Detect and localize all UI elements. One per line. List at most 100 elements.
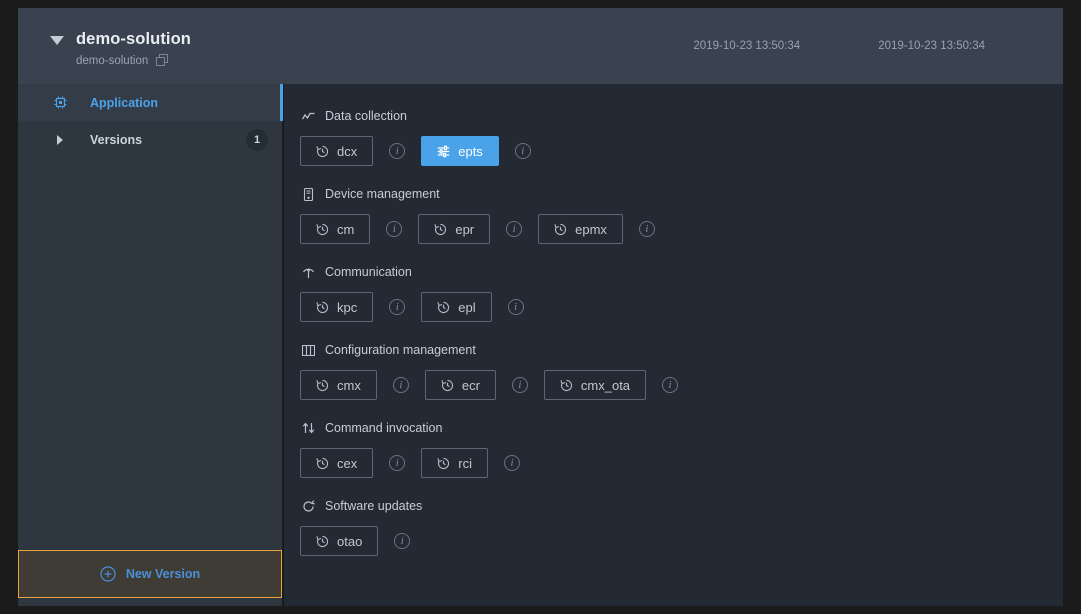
chip-label: dcx	[337, 143, 358, 159]
section-title: Command invocation	[325, 421, 443, 435]
layout-panel-icon	[301, 344, 315, 356]
chip-cex[interactable]: cex	[300, 448, 374, 478]
chip-group: epl i	[421, 292, 539, 322]
app-root: demo-solution demo-solution 2019-10-23 1…	[0, 0, 1081, 614]
chip-rci[interactable]: rci	[421, 448, 488, 478]
chip-ecr[interactable]: ecr	[424, 370, 496, 400]
sidebar-item-versions[interactable]: Versions 1	[18, 121, 282, 158]
content-panel: Data collection dcx i epts i Device mana…	[284, 84, 1063, 606]
page-title: demo-solution	[76, 30, 191, 48]
title-row[interactable]: demo-solution	[50, 30, 418, 49]
chip-group: cm i	[300, 214, 418, 244]
solution-id-text: demo-solution	[76, 54, 149, 67]
history-icon	[316, 457, 329, 470]
chip-label: epts	[458, 143, 483, 159]
history-icon	[437, 457, 450, 470]
history-icon	[316, 379, 329, 392]
history-icon	[560, 379, 573, 392]
sidebar-item-application[interactable]: Application	[18, 84, 283, 121]
chip-label: cmx_ota	[580, 377, 631, 393]
history-icon	[316, 223, 329, 236]
chip-row: dcx i epts i	[298, 136, 1063, 166]
modified-timestamp: 2019-10-23 13:50:34	[878, 40, 985, 52]
info-icon[interactable]: i	[389, 455, 406, 471]
chip-group: epts i	[421, 136, 547, 166]
chip-otao[interactable]: otao	[300, 526, 379, 556]
line-chart-icon	[301, 111, 315, 122]
chip-label: kpc	[337, 299, 358, 315]
section-header: Command invocation	[298, 418, 1063, 438]
chip-row: otao i	[298, 526, 1063, 556]
caret-right-icon[interactable]	[52, 134, 68, 145]
section-header: Communication	[298, 262, 1063, 282]
chip-cmx[interactable]: cmx	[300, 370, 377, 400]
chip-group: rci i	[421, 448, 536, 478]
created-timestamp: 2019-10-23 13:50:34	[693, 40, 801, 52]
chip-group: dcx i	[300, 136, 421, 166]
section-title: Software updates	[325, 499, 423, 513]
chip-dcx[interactable]: dcx	[300, 136, 374, 166]
info-icon[interactable]: i	[638, 221, 655, 237]
chip-label: rci	[458, 455, 472, 471]
copy-icon[interactable]	[156, 54, 169, 67]
section-device-management: Device management cm i epr i epmx i	[298, 184, 1063, 244]
chip-label: epl	[458, 299, 476, 315]
info-icon[interactable]: i	[507, 299, 524, 315]
new-version-button[interactable]: New Version	[18, 550, 282, 598]
history-icon	[434, 223, 447, 236]
chip-label: cex	[337, 455, 358, 471]
info-icon[interactable]: i	[514, 143, 531, 159]
versions-count-badge: 1	[246, 128, 268, 151]
info-icon[interactable]: i	[389, 299, 406, 315]
chip-cm[interactable]: cm	[300, 214, 371, 244]
chip-epr[interactable]: epr	[418, 214, 491, 244]
chip-label: cmx	[337, 377, 361, 393]
section-command-invocation: Command invocation cex i rci i	[298, 418, 1063, 478]
section-header: Device management	[298, 184, 1063, 204]
chip-label: otao	[337, 533, 363, 549]
chip-epmx[interactable]: epmx	[538, 214, 623, 244]
history-icon	[316, 535, 329, 548]
info-icon[interactable]: i	[662, 377, 679, 393]
history-icon	[441, 379, 454, 392]
chip-cmx-ota[interactable]: cmx_ota	[543, 370, 647, 400]
section-header: Configuration management	[298, 340, 1063, 360]
chip-epts[interactable]: epts	[421, 136, 499, 166]
header-identity: demo-solution demo-solution	[18, 8, 418, 67]
chip-group: epmx i	[538, 214, 671, 244]
section-title: Data collection	[325, 109, 407, 123]
sidebar-item-label: Versions	[90, 132, 143, 147]
caret-down-icon[interactable]	[50, 36, 64, 45]
chip-group: cmx i	[300, 370, 425, 400]
info-icon[interactable]: i	[503, 455, 520, 471]
sidebar: Application Versions 1 New Version	[18, 84, 283, 606]
sidebar-item-label: Application	[90, 95, 159, 110]
section-title: Communication	[325, 265, 412, 279]
info-icon[interactable]: i	[511, 377, 528, 393]
chip-group: otao i	[300, 526, 426, 556]
info-icon[interactable]: i	[386, 221, 403, 237]
exchange-arrows-icon	[301, 422, 315, 434]
chip-epl[interactable]: epl	[421, 292, 492, 322]
chip-label: cm	[337, 221, 355, 237]
info-icon[interactable]: i	[392, 377, 409, 393]
chip-group: cex i	[300, 448, 421, 478]
chip-label: epmx	[575, 221, 607, 237]
chip-kpc[interactable]: kpc	[300, 292, 374, 322]
subtitle-row: demo-solution	[50, 54, 418, 67]
info-icon[interactable]: i	[389, 143, 406, 159]
chip-label: ecr	[461, 377, 480, 393]
section-title: Device management	[325, 187, 440, 201]
info-icon[interactable]: i	[506, 221, 523, 237]
section-configuration-management: Configuration management cmx i ecr i cmx…	[298, 340, 1063, 400]
device-icon	[301, 187, 315, 201]
chip-label: epr	[455, 221, 475, 237]
page-header: demo-solution demo-solution 2019-10-23 1…	[18, 8, 1063, 84]
info-icon[interactable]: i	[394, 533, 411, 549]
section-header: Software updates	[298, 496, 1063, 516]
section-title: Configuration management	[325, 343, 476, 357]
chip-icon	[52, 96, 68, 109]
chip-group: ecr i	[424, 370, 544, 400]
plus-circle-icon	[100, 566, 116, 582]
history-icon	[316, 145, 329, 158]
